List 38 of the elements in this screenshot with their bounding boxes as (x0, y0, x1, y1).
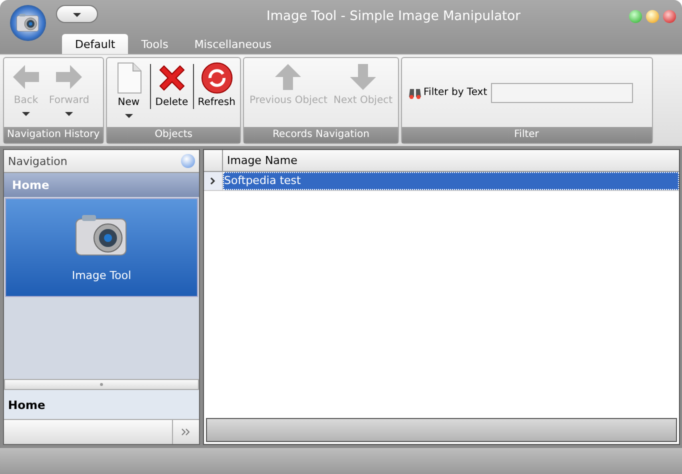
camera-icon (15, 13, 41, 33)
filter-label: Filter by Text (424, 87, 488, 98)
ribbon-button[interactable]: Delete (152, 60, 192, 127)
minimize-button[interactable] (646, 10, 659, 22)
close-button[interactable] (663, 10, 676, 22)
maximize-button[interactable] (629, 10, 642, 22)
app-logo-icon[interactable] (10, 5, 46, 41)
nav-item[interactable]: Image Tool (5, 198, 198, 297)
ribbon-tab[interactable]: Miscellaneous (181, 34, 284, 54)
right-arrow-icon (54, 62, 84, 92)
quick-access-menu[interactable] (56, 5, 98, 23)
panel-title: Navigation (8, 154, 68, 168)
group-label: Navigation History (4, 127, 103, 143)
ribbon-button[interactable]: New (108, 60, 149, 127)
splitter[interactable] (4, 379, 199, 390)
ribbon-button[interactable]: Refresh (194, 60, 238, 127)
group-label: Records Navigation (244, 127, 398, 143)
nav-group-button[interactable]: Home (4, 390, 199, 419)
up-arrow-icon (274, 62, 302, 92)
overflow-button[interactable] (172, 420, 199, 444)
ribbon-tab[interactable]: Tools (128, 34, 182, 54)
caret-icon (65, 112, 74, 116)
ribbon-tab[interactable]: Default (62, 34, 128, 54)
group-label: Objects (106, 127, 240, 143)
filter-field[interactable] (491, 82, 634, 102)
column-header[interactable]: Image Name (223, 150, 302, 171)
row-pointer-icon (210, 177, 216, 185)
blank-page-icon (116, 62, 142, 94)
table-cell[interactable]: Softpedia test (223, 172, 679, 190)
refresh-icon (200, 62, 233, 94)
caret-icon (124, 114, 133, 118)
window-title: Image Tool - Simple Image Manipulator (266, 8, 522, 24)
chevrons-icon (181, 428, 191, 436)
orb-icon[interactable] (181, 154, 195, 168)
down-arrow-icon (349, 62, 377, 92)
group-label: Filter (402, 127, 652, 143)
caret-icon (22, 112, 30, 116)
binoculars-icon (408, 86, 422, 98)
